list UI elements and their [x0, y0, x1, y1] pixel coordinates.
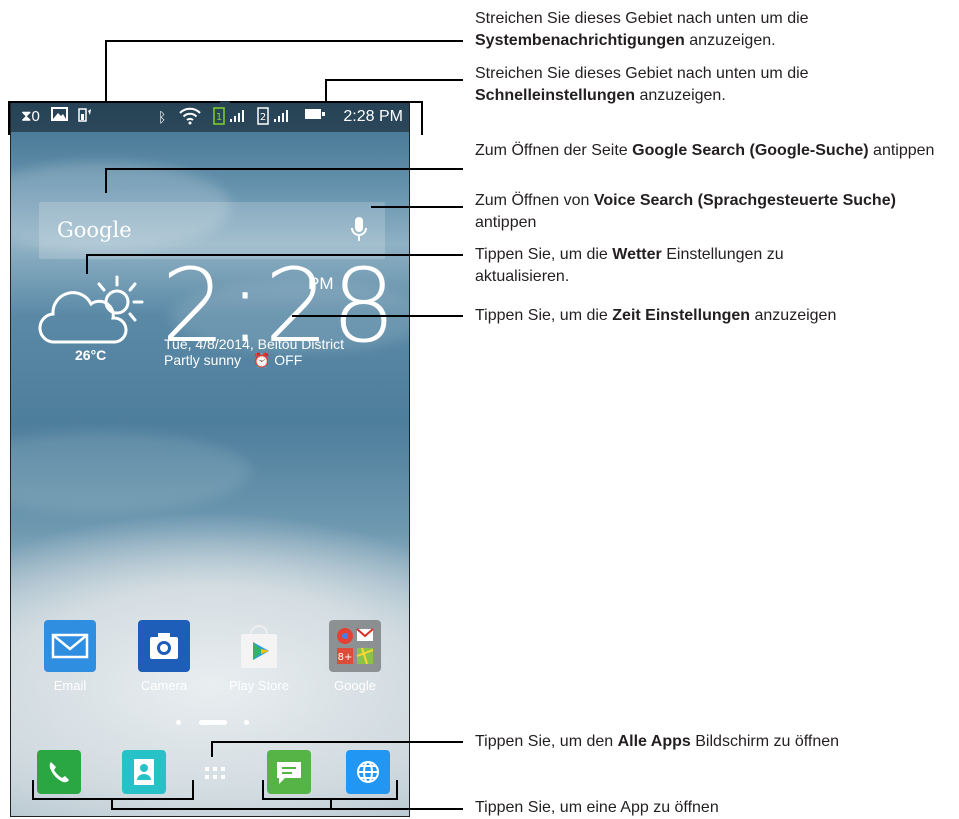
all-apps-icon[interactable] — [193, 750, 237, 794]
callout-time: Tippen Sie, um die Zeit Einstellungen an… — [475, 307, 837, 324]
app-label: Camera — [140, 678, 188, 693]
svg-text:2: 2 — [260, 112, 266, 123]
messaging-icon[interactable] — [267, 750, 311, 794]
bluetooth-icon: ᛒ — [158, 109, 167, 125]
weather-condition-row: Partly sunny ⏰ OFF — [164, 352, 344, 368]
google-logo: Google — [57, 218, 132, 242]
callout-open-app: Tippen Sie, um eine App zu öffnen — [475, 799, 719, 816]
signal-icon — [229, 107, 249, 129]
svg-text:8+: 8+ — [338, 652, 353, 663]
battery-saver-icon — [77, 107, 93, 129]
clock-info: Tue, 4/8/2014, Beitou District Partly su… — [164, 336, 344, 368]
microphone-icon[interactable] — [351, 216, 367, 249]
contacts-icon[interactable] — [122, 750, 166, 794]
app-email[interactable]: Email — [30, 620, 110, 693]
app-camera[interactable]: Camera — [124, 620, 204, 693]
gallery-icon — [51, 107, 68, 127]
svg-text:1: 1 — [216, 112, 222, 123]
callout-weather: Tippen Sie, um die Wetter Einstellungen … — [475, 246, 784, 285]
weather-condition: Partly sunny — [164, 352, 242, 368]
callout-notifications: Streichen Sie dieses Gebiet nach unten u… — [475, 10, 809, 49]
wifi-icon — [179, 107, 201, 131]
app-google-folder[interactable]: 8+ Google — [315, 620, 395, 693]
sim1-icon: 1 — [213, 107, 225, 131]
app-label: Play Store — [229, 678, 289, 693]
app-label: Google — [334, 678, 376, 693]
partly-sunny-icon[interactable] — [37, 272, 147, 357]
download-icon: ⧗0 — [21, 108, 40, 125]
alarm-status: OFF — [274, 352, 303, 368]
page-indicator — [11, 718, 409, 728]
email-icon — [44, 620, 96, 672]
google-folder-icon: 8+ — [329, 620, 381, 672]
play-store-icon — [233, 620, 285, 672]
camera-icon — [138, 620, 190, 672]
status-time: 2:28 PM — [343, 108, 403, 125]
callout-all-apps: Tippen Sie, um den Alle Apps Bildschirm … — [475, 733, 840, 750]
sim2-icon: 2 — [257, 107, 269, 131]
phone-home-screen: ⧗0 ᛒ 1 2 2:28 PM Google 26°C 2:28 PM Tue… — [10, 101, 410, 817]
phone-icon[interactable] — [37, 750, 81, 794]
callout-google-search: Zum Öffnen der Seite Google Search (Goog… — [475, 142, 935, 159]
app-label: Email — [53, 678, 87, 693]
callout-voice-search: Zum Öffnen von Voice Search (Sprachgeste… — [475, 192, 896, 231]
date-location: Tue, 4/8/2014, Beitou District — [164, 336, 345, 352]
clock-ampm: PM — [308, 274, 334, 293]
browser-icon[interactable] — [346, 750, 390, 794]
temperature: 26°C — [75, 347, 107, 363]
callout-quick-settings: Streichen Sie dieses Gebiet nach unten u… — [475, 65, 809, 104]
status-bar[interactable]: ⧗0 ᛒ 1 2 2:28 PM — [11, 102, 409, 132]
battery-icon — [304, 107, 326, 127]
signal-icon — [273, 107, 293, 129]
alarm-icon: ⏰ — [252, 352, 271, 368]
app-play-store[interactable]: Play Store — [219, 620, 299, 693]
